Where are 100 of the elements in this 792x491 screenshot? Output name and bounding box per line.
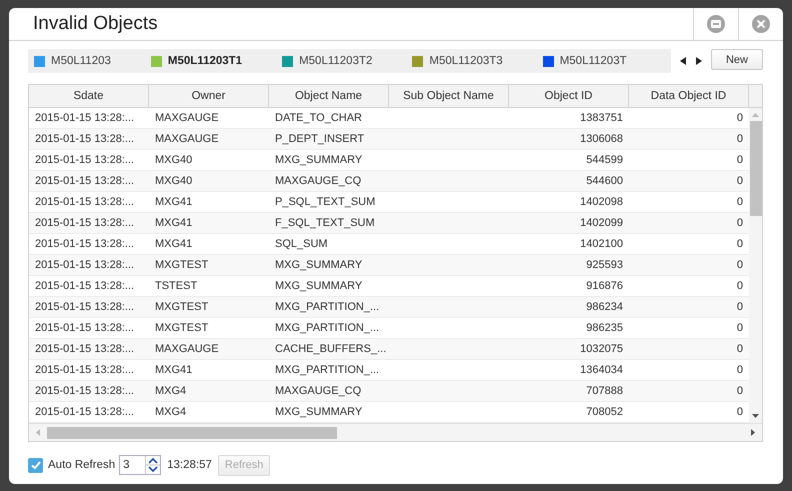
table-cell-text: DATE_TO_CHAR	[274, 111, 364, 126]
table-cell-text: MAXGAUGE	[154, 132, 220, 147]
table-cell-text: 0	[736, 111, 744, 126]
table-cell-text: 544599	[585, 153, 624, 168]
table-cell-text: MXGTEST	[154, 321, 210, 336]
column-header[interactable]: Object Name	[269, 85, 389, 107]
table-cell-text: CACHE_BUFFERS_...	[274, 342, 388, 357]
table-cell-text: MXG40	[154, 153, 194, 168]
column-header[interactable]: Sdate	[29, 85, 149, 107]
table-cell-text: 1306068	[579, 132, 624, 147]
table-cell-text: MXG_PARTITION_...	[274, 300, 380, 315]
table-cell-text: 0	[736, 153, 744, 168]
table-cell-text: 2015-01-15 13:28:...	[34, 237, 136, 252]
table-cell-text: 916876	[585, 279, 624, 294]
window-title: Invalid Objects	[32, 12, 159, 36]
table-cell-text: MAXGAUGE_CQ	[274, 384, 362, 399]
table-cell-text: 2015-01-15 13:28:...	[34, 300, 136, 315]
table-cell-text: MXG_SUMMARY	[274, 153, 364, 168]
table-cell-text: MXG_SUMMARY	[274, 405, 364, 420]
up-arrow-icon[interactable]	[751, 112, 760, 118]
table-cell-text: MXG4	[154, 405, 188, 420]
table-cell-text: TSTEST	[154, 279, 198, 294]
table-cell-text: 986235	[585, 321, 624, 336]
table-cell-text: MXG_SUMMARY	[274, 258, 364, 273]
table-cell-text: MXG41	[154, 237, 194, 252]
table-cell-text: 2015-01-15 13:28:...	[34, 132, 136, 147]
table-cell-text: 544600	[585, 174, 624, 189]
table-cell-text: 0	[736, 384, 744, 399]
table-cell-text: MXG_PARTITION_...	[274, 321, 380, 336]
right-arrow-icon[interactable]	[695, 56, 703, 66]
checkbox-label[interactable]: Auto Refresh	[48, 459, 116, 471]
table-cell-text: MAXGAUGE	[154, 111, 220, 126]
time-label: 13:28:57	[167, 459, 212, 471]
table-cell-text: 2015-01-15 13:28:...	[34, 363, 136, 378]
new-button[interactable]: New	[711, 49, 763, 70]
scrollbar-thumb[interactable]	[47, 426, 337, 438]
table-cell-text: MAXGAUGE_CQ	[274, 174, 362, 189]
table-cell-text: P_SQL_TEXT_SUM	[274, 195, 376, 210]
right-arrow-icon[interactable]	[750, 428, 756, 437]
table-cell-text: MXG_PARTITION_...	[274, 363, 380, 378]
table-cell-text: 2015-01-15 13:28:...	[34, 153, 136, 168]
table-cell-text: 2015-01-15 13:28:...	[34, 279, 136, 294]
table-cell-text: 2015-01-15 13:28:...	[34, 174, 136, 189]
table-cell-text: 0	[736, 342, 744, 357]
table-cell-text: 2015-01-15 13:28:...	[34, 405, 136, 420]
tab[interactable]: M50L11203T	[536, 55, 629, 67]
table-cell-text: 708052	[585, 405, 624, 420]
table-cell-text: 1364034	[579, 363, 624, 378]
table-cell-text: MXG41	[154, 195, 194, 210]
tab[interactable]: M50L11203T3	[406, 55, 537, 67]
vertical-scrollbar[interactable]	[749, 108, 762, 423]
table-cell-text: SQL_SUM	[274, 237, 329, 252]
column-header[interactable]: Sub Object Name	[389, 85, 509, 107]
table-cell-text: 0	[736, 174, 744, 189]
table-cell-text: MXG_SUMMARY	[274, 279, 364, 294]
table-cell-text: 2015-01-15 13:28:...	[34, 195, 136, 210]
table-cell-text: MXG40	[154, 174, 194, 189]
checkbox[interactable]	[28, 458, 43, 472]
tab[interactable]: M50L11203T1	[144, 55, 276, 67]
table-cell-text: MXG41	[154, 216, 194, 231]
spinner-arrows-icon[interactable]	[146, 456, 160, 474]
table-cell-text: 1402098	[579, 195, 624, 210]
table-cell-text: 1402100	[579, 237, 624, 252]
table-cell-text: 0	[736, 279, 744, 294]
table-cell-text: 2015-01-15 13:28:...	[34, 321, 136, 336]
column-header[interactable]: Data Object ID	[629, 85, 749, 107]
table-cell-text: 1402099	[579, 216, 624, 231]
table-cell-text: 707888	[585, 384, 624, 399]
table-cell-text: MXGTEST	[154, 258, 210, 273]
table-cell-text: MXG4	[154, 384, 188, 399]
table-cell-text: 2015-01-15 13:28:...	[34, 384, 136, 399]
table-cell-text: 0	[736, 363, 744, 378]
table-cell-text: 0	[736, 405, 744, 420]
table-cell-text: 1383751	[579, 111, 624, 126]
tab[interactable]: M50L11203T2	[276, 55, 406, 67]
horizontal-scrollbar[interactable]	[29, 423, 762, 441]
column-header[interactable]: Object ID	[509, 85, 629, 107]
tab[interactable]: M50L11203	[28, 55, 145, 67]
table-cell-text: 0	[736, 300, 744, 315]
table-cell-text: 2015-01-15 13:28:...	[34, 216, 136, 231]
table-cell-text: 2015-01-15 13:28:...	[34, 111, 136, 126]
scrollbar-thumb[interactable]	[750, 121, 762, 216]
table-cell-text: 925593	[585, 258, 624, 273]
table-cell-text: 0	[736, 321, 744, 336]
down-arrow-icon[interactable]	[751, 413, 760, 419]
table-cell-text: 0	[736, 237, 744, 252]
table-cell-text: 2015-01-15 13:28:...	[34, 258, 136, 273]
table-cell-text: 986234	[585, 300, 624, 315]
number-spinner[interactable]: 3	[119, 455, 162, 475]
table-cell-text: 1032075	[579, 342, 624, 357]
table-cell-text: MAXGAUGE	[154, 342, 220, 357]
table-cell-text: 0	[736, 258, 744, 273]
close-icon	[751, 14, 771, 34]
column-header[interactable]: Owner	[149, 85, 269, 107]
table-cell-text: 0	[736, 132, 744, 147]
table-cell-text: 2015-01-15 13:28:...	[34, 342, 136, 357]
left-arrow-icon[interactable]	[679, 56, 687, 66]
minimize-icon	[706, 14, 726, 34]
table-cell-text: P_DEPT_INSERT	[274, 132, 366, 147]
table-cell-text: MXG41	[154, 363, 194, 378]
